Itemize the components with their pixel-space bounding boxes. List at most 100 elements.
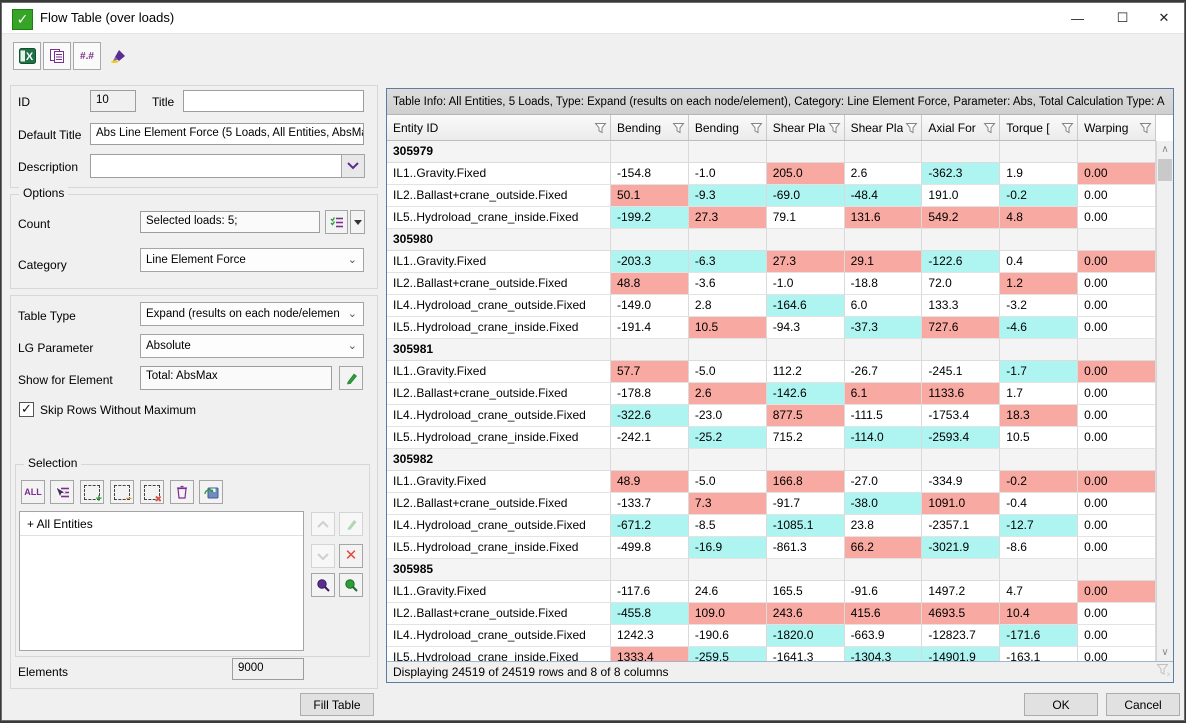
column-header[interactable]: Bending [611,115,689,140]
zoom-all-button[interactable] [339,573,363,597]
edit-selection-button[interactable] [339,512,363,536]
scrollbar-thumb[interactable] [1158,159,1172,181]
fill-table-button[interactable]: Fill Table [300,693,374,716]
table-row[interactable]: IL5..Hydroload_crane_inside.Fixed1333.4-… [387,647,1156,661]
group-row[interactable]: 305979 [387,141,1156,163]
list-item[interactable]: + All Entities [20,512,303,536]
table-cell: -18.8 [845,273,923,295]
table-row[interactable]: IL2..Ballast+crane_outside.Fixed50.1-9.3… [387,185,1156,207]
cancel-button[interactable]: Cancel [1106,693,1180,716]
number-format-button[interactable]: #.# [73,42,101,70]
close-button[interactable]: ✕ [1145,3,1183,33]
id-field[interactable]: 10 [90,90,136,112]
clear-selection-button[interactable] [170,480,194,504]
scroll-down-icon[interactable]: ∨ [1157,644,1173,661]
description-field[interactable] [90,154,342,178]
select-from-list-button[interactable] [50,480,74,504]
filter-icon[interactable] [1139,122,1152,134]
select-loads-button[interactable] [325,210,348,234]
table-cell: -3.6 [689,273,767,295]
count-field[interactable]: Selected loads: 5; [140,211,320,233]
column-header[interactable]: Bending [689,115,767,140]
table-row[interactable]: IL2..Ballast+crane_outside.Fixed-178.82.… [387,383,1156,405]
table-cell: -1304.3 [845,647,923,661]
group-row[interactable]: 305985 [387,559,1156,581]
table-cell: 715.2 [767,427,845,449]
save-selection-button[interactable] [199,480,223,504]
table-row[interactable]: IL1..Gravity.Fixed-154.8-1.0205.02.6-362… [387,163,1156,185]
table-row[interactable]: IL1..Gravity.Fixed-203.3-6.327.329.1-122… [387,251,1156,273]
table-cell: IL5..Hydroload_crane_inside.Fixed [387,537,611,559]
table-cell: -3.2 [1000,295,1078,317]
move-up-button[interactable] [311,512,335,536]
table-row[interactable]: IL5..Hydroload_crane_inside.Fixed-191.41… [387,317,1156,339]
export-excel-button[interactable]: X [13,42,41,70]
filter-icon[interactable] [672,122,685,134]
column-header[interactable]: Shear Pla [845,115,923,140]
group-row[interactable]: 305980 [387,229,1156,251]
table-row[interactable]: IL4..Hydroload_crane_outside.Fixed-671.2… [387,515,1156,537]
table-row[interactable]: IL4..Hydroload_crane_outside.Fixed-322.6… [387,405,1156,427]
default-title-field[interactable]: Abs Line Element Force (5 Loads, All Ent… [90,123,364,145]
column-header[interactable]: Torque [ [1000,115,1078,140]
lg-parameter-select[interactable]: Absolute ⌄ [140,334,364,358]
table-cell: -171.6 [1000,625,1078,647]
column-header[interactable]: Entity ID [387,115,611,140]
move-down-button[interactable] [311,544,335,568]
column-header[interactable]: Axial For [922,115,1000,140]
table-row[interactable]: IL2..Ballast+crane_outside.Fixed-455.810… [387,603,1156,625]
delete-selection-button[interactable]: ✕ [339,544,363,568]
column-header[interactable]: Shear Pla [767,115,845,140]
count-dropdown-button[interactable] [350,210,365,234]
table-row[interactable]: IL1..Gravity.Fixed57.7-5.0112.2-26.7-245… [387,361,1156,383]
category-select[interactable]: Line Element Force ⌄ [140,248,364,272]
table-cell: 727.6 [922,317,1000,339]
filter-icon[interactable] [905,122,918,134]
subtract-from-selection-button[interactable]: − [110,480,134,504]
skip-rows-checkbox[interactable]: ✓ [19,402,34,417]
highlight-button[interactable] [104,42,132,70]
table-cell: 0.00 [1078,251,1156,273]
filter-clear-icon[interactable]: x [1156,663,1170,677]
table-row[interactable]: IL2..Ballast+crane_outside.Fixed48.8-3.6… [387,273,1156,295]
column-header[interactable]: Warping [1078,115,1156,140]
show-for-element-field[interactable]: Total: AbsMax [140,366,332,390]
table-cell: -322.6 [611,405,689,427]
filter-icon[interactable] [983,122,996,134]
elements-field[interactable]: 9000 [232,658,304,680]
selection-list[interactable]: + All Entities [19,511,304,651]
add-to-selection-button[interactable]: + [80,480,104,504]
filter-icon[interactable] [594,122,607,134]
table-type-select[interactable]: Expand (results on each node/elemen ⌄ [140,302,364,326]
table-row[interactable]: IL5..Hydroload_crane_inside.Fixed-499.8-… [387,537,1156,559]
table-row[interactable]: IL1..Gravity.Fixed48.9-5.0166.8-27.0-334… [387,471,1156,493]
table-cell [1000,339,1078,361]
filter-icon[interactable] [828,122,841,134]
table-row[interactable]: IL4..Hydroload_crane_outside.Fixed1242.3… [387,625,1156,647]
table-cell: 27.3 [767,251,845,273]
minimize-button[interactable]: — [1055,3,1100,33]
table-cell [1000,449,1078,471]
select-all-button[interactable]: ALL [21,480,45,504]
table-row[interactable]: IL4..Hydroload_crane_outside.Fixed-149.0… [387,295,1156,317]
remove-selection-button[interactable]: ✖ [140,480,164,504]
ok-button[interactable]: OK [1024,693,1098,716]
description-dropdown-button[interactable] [341,154,365,178]
maximize-button[interactable]: ☐ [1100,3,1145,33]
table-row[interactable]: IL1..Gravity.Fixed-117.624.6165.5-91.614… [387,581,1156,603]
table-row[interactable]: IL2..Ballast+crane_outside.Fixed-133.77.… [387,493,1156,515]
scroll-up-icon[interactable]: ∧ [1157,141,1173,158]
edit-show-for-element-button[interactable] [339,366,363,390]
group-row[interactable]: 305981 [387,339,1156,361]
table-row[interactable]: IL5..Hydroload_crane_inside.Fixed-199.22… [387,207,1156,229]
filter-icon[interactable] [1061,122,1074,134]
vertical-scrollbar[interactable]: ∧ ∨ [1156,141,1173,661]
title-field[interactable] [183,90,364,112]
table-cell: 29.1 [845,251,923,273]
table-row[interactable]: IL5..Hydroload_crane_inside.Fixed-242.1-… [387,427,1156,449]
zoom-selection-button[interactable] [311,573,335,597]
copy-button[interactable] [43,42,71,70]
table-cell: -1820.0 [767,625,845,647]
group-row[interactable]: 305982 [387,449,1156,471]
filter-icon[interactable] [750,122,763,134]
